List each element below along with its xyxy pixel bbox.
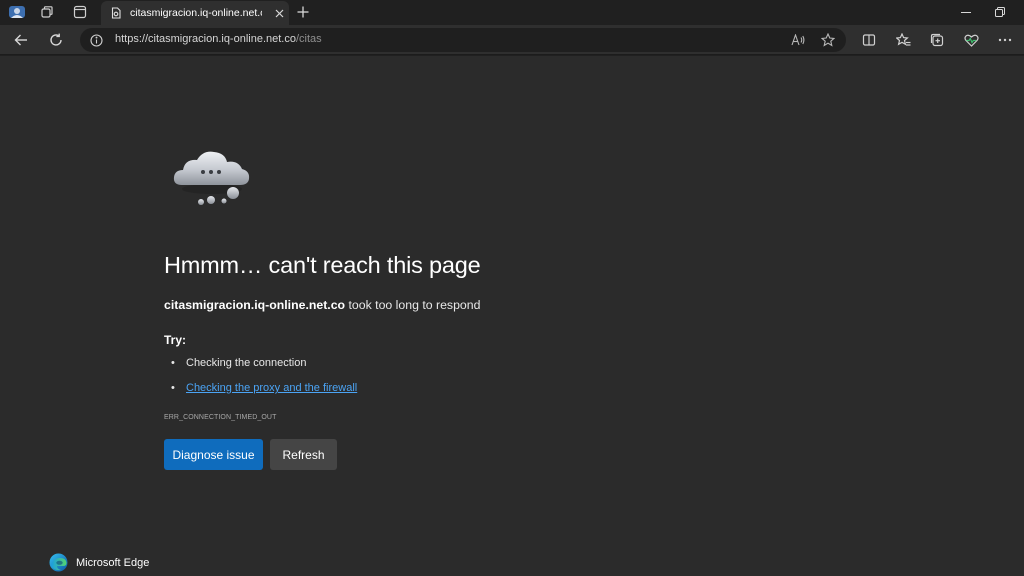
- read-aloud-icon[interactable]: [788, 31, 808, 49]
- title-bar: citasmigracion.iq-online.net.co: [0, 0, 1024, 25]
- close-tab-icon[interactable]: [272, 6, 286, 20]
- brand-name: Microsoft Edge: [76, 556, 150, 569]
- browser-toolbar: https://citasmigracion.iq-online.net.co/…: [0, 25, 1024, 55]
- edge-branding: Microsoft Edge: [49, 553, 149, 572]
- minimize-icon[interactable]: [956, 3, 976, 21]
- error-host: citasmigracion.iq-online.net.co: [164, 298, 346, 312]
- address-bar[interactable]: https://citasmigracion.iq-online.net.co/…: [80, 28, 846, 52]
- suggestion-check-connection: Checking the connection: [164, 357, 357, 382]
- proxy-firewall-link[interactable]: Checking the proxy and the firewall: [186, 382, 357, 394]
- edge-logo-icon: [49, 553, 68, 572]
- error-reason: took too long to respond: [345, 298, 481, 312]
- restore-window-icon[interactable]: [990, 3, 1010, 21]
- more-options-icon[interactable]: [993, 29, 1017, 51]
- add-favorite-star-icon[interactable]: [818, 31, 838, 49]
- tab-title: citasmigracion.iq-online.net.co: [130, 7, 262, 19]
- split-screen-icon[interactable]: [857, 29, 881, 51]
- profile-avatar-icon[interactable]: [6, 2, 28, 22]
- suggestion-check-proxy-firewall: Checking the proxy and the firewall: [164, 382, 357, 407]
- diagnose-issue-button[interactable]: Diagnose issue: [164, 439, 263, 470]
- url-path: /citas: [295, 33, 322, 45]
- active-tab[interactable]: citasmigracion.iq-online.net.co: [101, 1, 289, 25]
- new-tab-plus-icon[interactable]: [292, 2, 314, 22]
- site-info-icon[interactable]: [89, 33, 103, 47]
- url-host: https://citasmigracion.iq-online.net.co: [115, 33, 296, 45]
- error-code: ERR_CONNECTION_TIMED_OUT: [164, 414, 277, 421]
- error-page: Hmmm… can't reach this page citasmigraci…: [0, 56, 1024, 576]
- error-description: citasmigracion.iq-online.net.co took too…: [164, 298, 480, 312]
- page-title: Hmmm… can't reach this page: [164, 252, 481, 278]
- browser-essentials-heart-icon[interactable]: [959, 29, 983, 51]
- refresh-icon[interactable]: [44, 29, 68, 51]
- collections-icon[interactable]: [925, 29, 949, 51]
- back-arrow-icon[interactable]: [9, 29, 33, 51]
- suggestion-text: Checking the connection: [186, 357, 307, 369]
- thinking-cloud-icon: [170, 148, 256, 210]
- page-error-icon: [110, 7, 122, 19]
- address-url[interactable]: https://citasmigracion.iq-online.net.co/…: [115, 33, 322, 45]
- favorites-icon[interactable]: [891, 29, 915, 51]
- try-label: Try:: [164, 333, 187, 347]
- workspaces-icon[interactable]: [36, 2, 58, 22]
- refresh-button[interactable]: Refresh: [270, 439, 337, 470]
- suggestion-list: Checking the connection Checking the pro…: [164, 357, 357, 407]
- vertical-tabs-icon[interactable]: [69, 2, 91, 22]
